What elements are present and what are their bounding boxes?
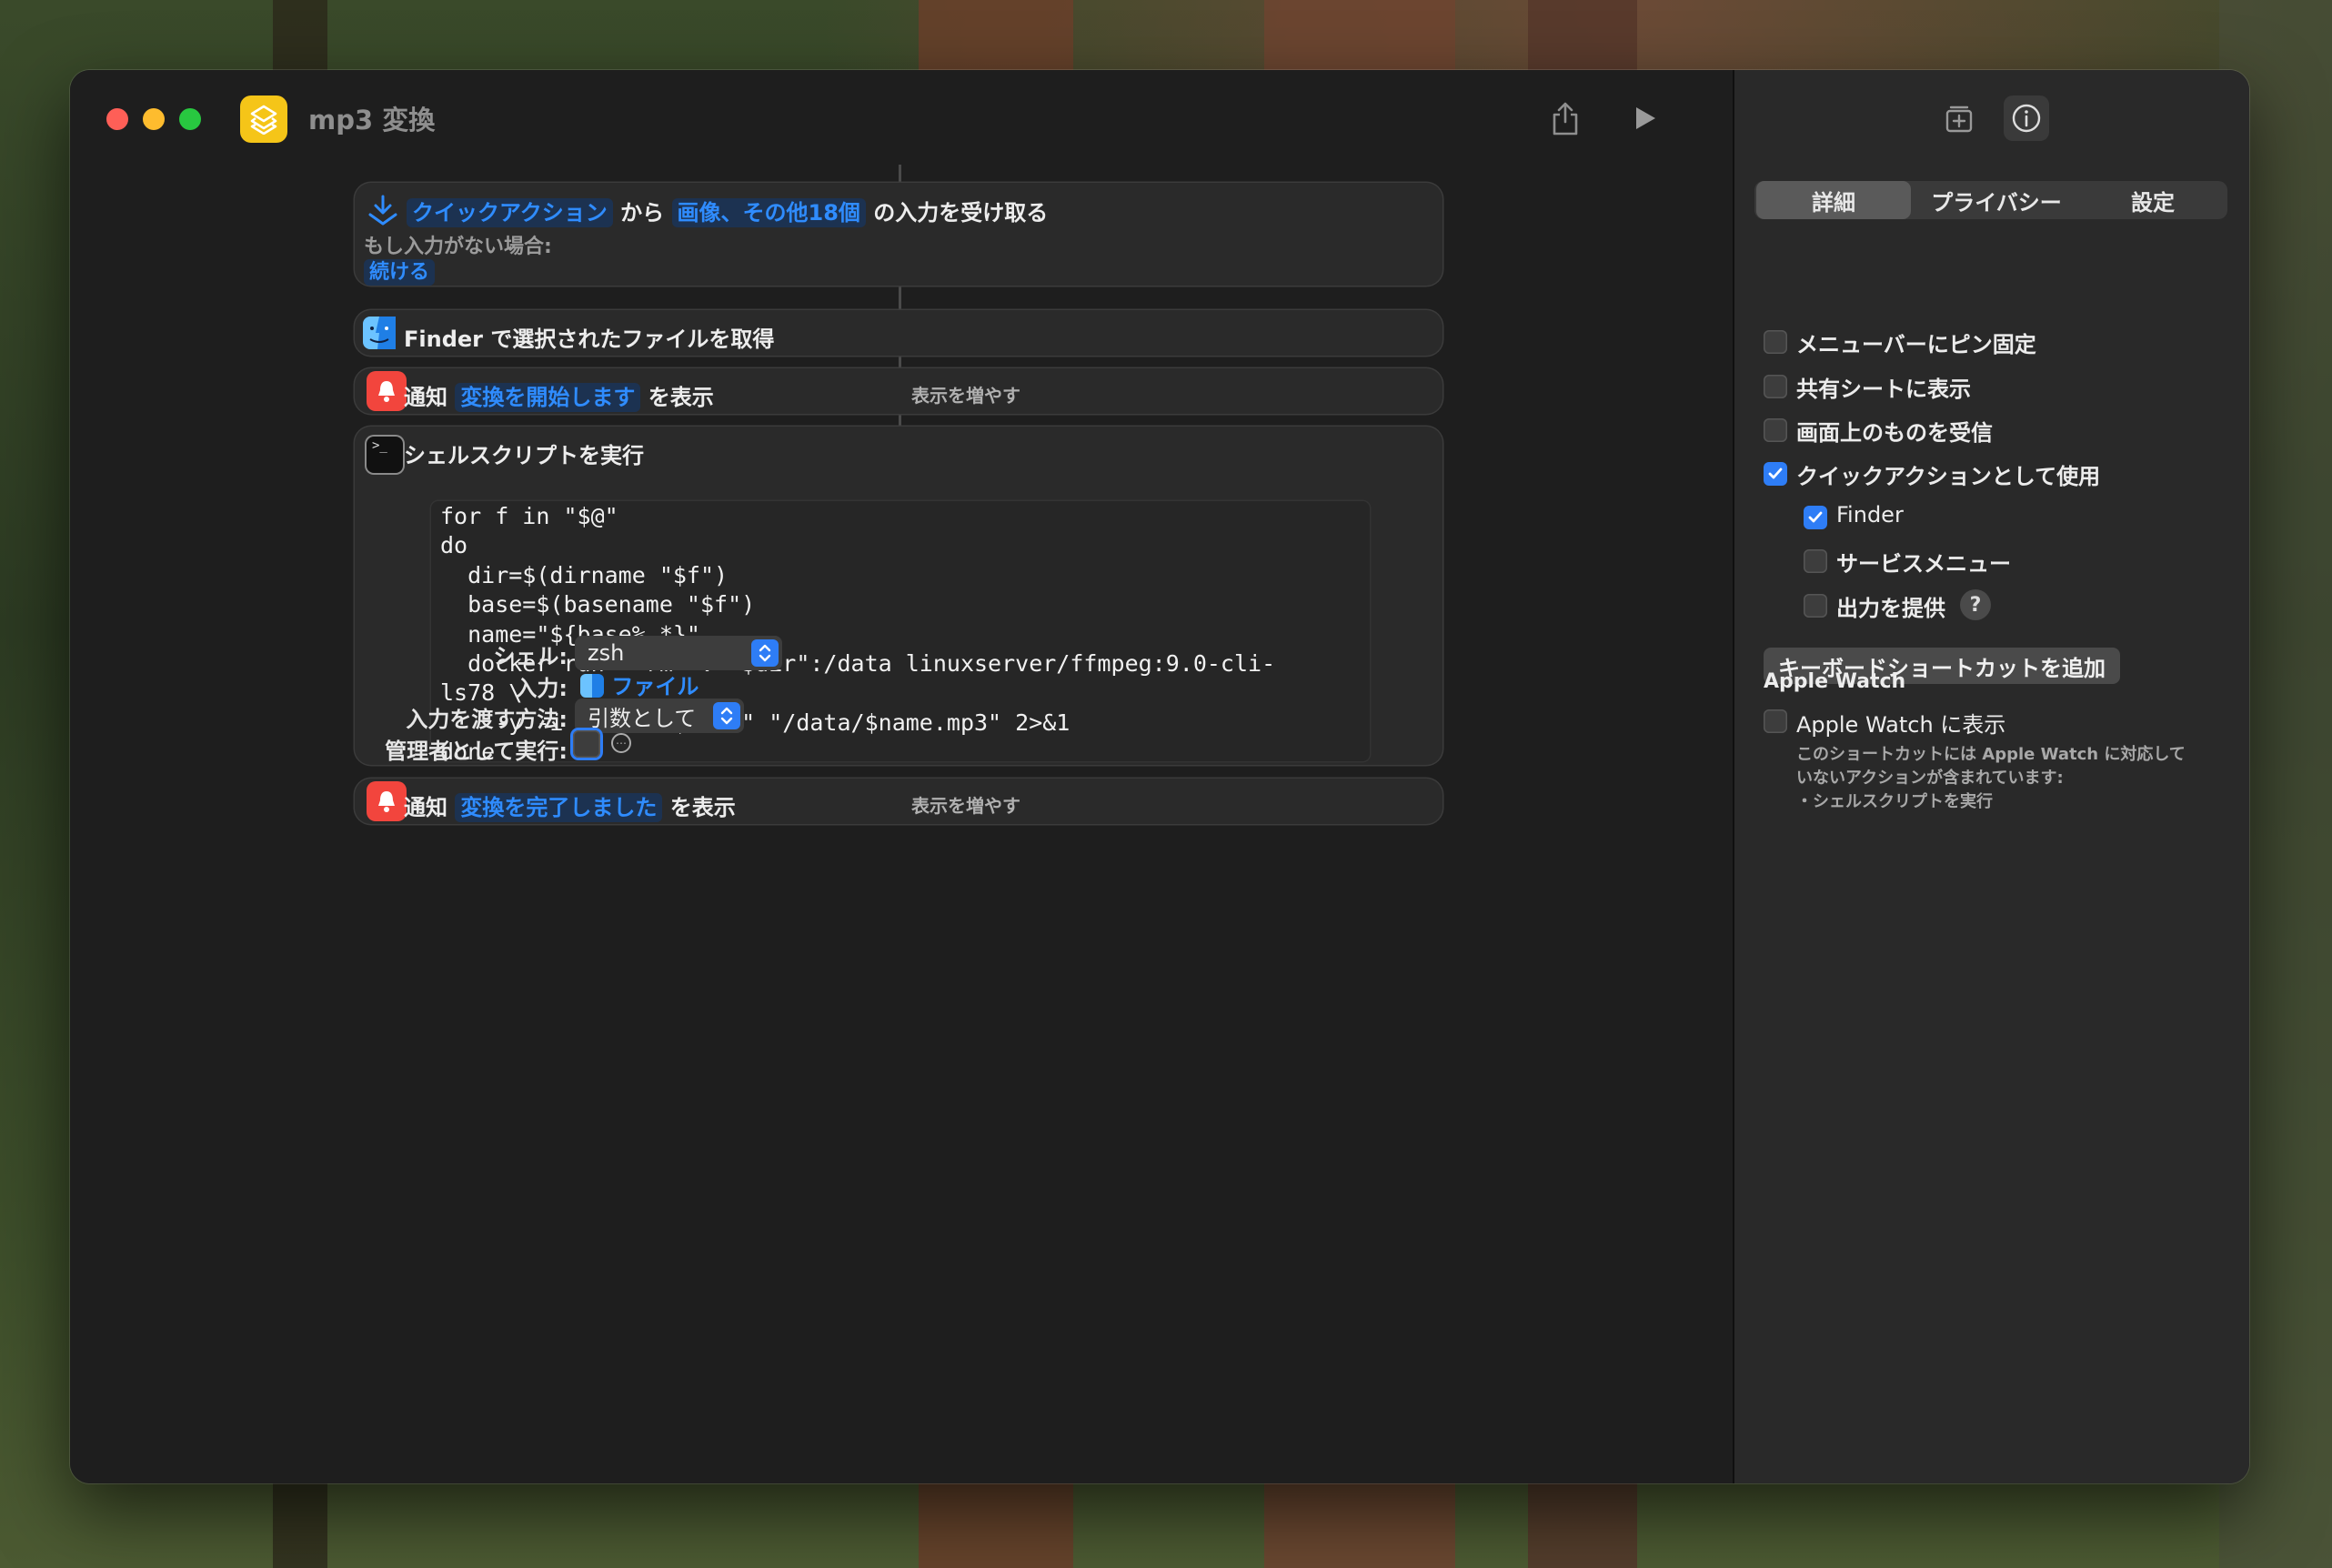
shortcut-icon[interactable] (240, 95, 287, 143)
terminal-icon: >_ (362, 432, 407, 477)
share-button[interactable] (1543, 95, 1588, 141)
admin-label: 管理者として実行: (385, 739, 568, 764)
provide-output-checkbox[interactable] (1804, 594, 1827, 618)
zoom-button[interactable] (179, 108, 201, 130)
show-more-button[interactable]: 表示を増やす (911, 381, 1020, 407)
finder-label: Finder (1836, 502, 1904, 528)
pass-label: 入力を渡す方法: (406, 707, 568, 732)
code-line: for f in "$@" (440, 503, 618, 529)
finder-action-label: Finder で選択されたファイルを取得 (404, 327, 775, 352)
shell-title: シェルスクリプトを実行 (404, 443, 644, 468)
show-notification-action-1[interactable]: 通知 変換を開始します を表示 表示を増やす (355, 368, 1442, 414)
types-token[interactable]: 画像、その他18個 (671, 198, 866, 227)
quick-action-label: クイックアクションとして使用 (1796, 464, 2101, 489)
code-line: base=$(basename "$f") (440, 591, 756, 618)
from-text: から (620, 200, 665, 226)
notify2-suffix: を表示 (669, 795, 736, 820)
receive-suffix: の入力を受け取る (873, 200, 1049, 226)
show-notification-action-2[interactable]: 通知 変換を完了しました を表示 表示を増やす (355, 779, 1442, 824)
connector (899, 165, 901, 183)
code-line: do (440, 532, 468, 559)
notify1-message[interactable]: 変換を開始します (455, 383, 641, 412)
quick-action-checkbox[interactable] (1764, 462, 1787, 486)
show-more-button[interactable]: 表示を増やす (911, 791, 1020, 818)
tab-settings[interactable]: 設定 (2082, 181, 2224, 219)
notify1-suffix: を表示 (648, 385, 714, 410)
apple-watch-note: このショートカットには Apple Watch に対応して いないアクションが含… (1796, 745, 2186, 811)
connector (899, 286, 901, 313)
editor-pane: mp3 変換 クイックアクション から 画像、その他18個 の入力を受け取る も… (70, 70, 1733, 1483)
notify2-line: 通知 変換を完了しました を表示 (404, 789, 736, 822)
receive-line: クイックアクション から 画像、その他18個 の入力を受け取る (407, 195, 1049, 227)
more-icon[interactable]: ⋯ (611, 733, 631, 753)
admin-checkbox[interactable] (573, 730, 600, 758)
chevron-updown-icon (751, 639, 779, 667)
inspector-tabs: 詳細 プライバシー 設定 (1754, 181, 2227, 219)
source-token[interactable]: クイックアクション (407, 198, 613, 227)
pin-menubar-checkbox[interactable] (1764, 330, 1787, 354)
shell-value: zsh (588, 640, 625, 666)
bell-icon (364, 779, 409, 824)
info-button[interactable] (2004, 95, 2049, 141)
apple-watch-checkbox[interactable] (1764, 709, 1787, 733)
code-line: dir=$(dirname "$f") (440, 561, 729, 588)
tab-privacy[interactable]: プライバシー (1915, 181, 2078, 219)
services-menu-label: サービスメニュー (1836, 551, 2011, 577)
notify2-message[interactable]: 変換を完了しました (455, 793, 663, 822)
pass-value: 引数として (588, 705, 697, 731)
add-to-library-icon (1945, 106, 1973, 133)
notify1-prefix: 通知 (404, 385, 447, 410)
pin-menubar-label: メニューバーにピン固定 (1796, 332, 2036, 357)
help-button[interactable]: ? (1960, 589, 1991, 620)
minimize-button[interactable] (143, 108, 165, 130)
receive-onscreen-checkbox[interactable] (1764, 418, 1787, 442)
get-finder-files-action[interactable]: Finder で選択されたファイルを取得 (355, 310, 1442, 356)
share-sheet-label: 共有シートに表示 (1796, 377, 1971, 402)
apple-watch-label: Apple Watch に表示 (1796, 712, 2006, 738)
no-input-action[interactable]: 続ける (364, 259, 436, 286)
layers-icon (250, 105, 277, 135)
finder-checkbox[interactable] (1804, 506, 1827, 529)
finder-small-icon (580, 674, 604, 698)
window-title: mp3 変換 (308, 105, 436, 136)
quick-action-icon (360, 188, 406, 234)
play-icon (1636, 107, 1655, 129)
input-label: 入力: (515, 676, 568, 701)
services-menu-checkbox[interactable] (1804, 549, 1827, 573)
provide-output-label: 出力を提供 (1836, 596, 1945, 621)
chevron-updown-icon (713, 702, 740, 729)
checkmark-icon (1808, 511, 1823, 523)
checkmark-icon (1768, 467, 1783, 479)
run-shell-script-action[interactable]: >_ シェルスクリプトを実行 for f in "$@" do dir=$(dir… (355, 427, 1442, 765)
input-value: ファイル (611, 674, 699, 699)
pass-select[interactable]: 引数として (575, 699, 744, 733)
add-to-library-button[interactable] (1936, 95, 1982, 141)
share-sheet-checkbox[interactable] (1764, 375, 1787, 398)
run-button[interactable] (1622, 95, 1667, 141)
bell-icon (364, 368, 409, 414)
inspector-pane: 詳細 プライバシー 設定 メニューバーにピン固定 共有シートに表示 画面上のもの… (1733, 70, 2249, 1483)
shell-label: シェル: (493, 644, 568, 669)
input-token-wrap[interactable]: ファイル (580, 668, 699, 700)
no-input-action-wrap: 続ける (364, 256, 436, 286)
apple-watch-heading: Apple Watch (1764, 670, 1906, 693)
receive-onscreen-label: 画面上のものを受信 (1796, 420, 1993, 446)
script-editor[interactable]: for f in "$@" do dir=$(dirname "$f") base… (431, 501, 1370, 765)
shortcuts-window: mp3 変換 クイックアクション から 画像、その他18個 の入力を受け取る も… (70, 70, 2249, 1483)
tab-details[interactable]: 詳細 (1756, 181, 1911, 219)
share-icon (1553, 102, 1578, 136)
info-icon (2012, 104, 2041, 133)
shell-select[interactable]: zsh (575, 636, 782, 670)
receive-input-action[interactable]: クイックアクション から 画像、その他18個 の入力を受け取る もし入力がない場… (355, 183, 1442, 286)
finder-icon (357, 310, 402, 356)
notify1-line: 通知 変換を開始します を表示 (404, 379, 714, 412)
close-button[interactable] (106, 108, 128, 130)
notify2-prefix: 通知 (404, 795, 447, 820)
